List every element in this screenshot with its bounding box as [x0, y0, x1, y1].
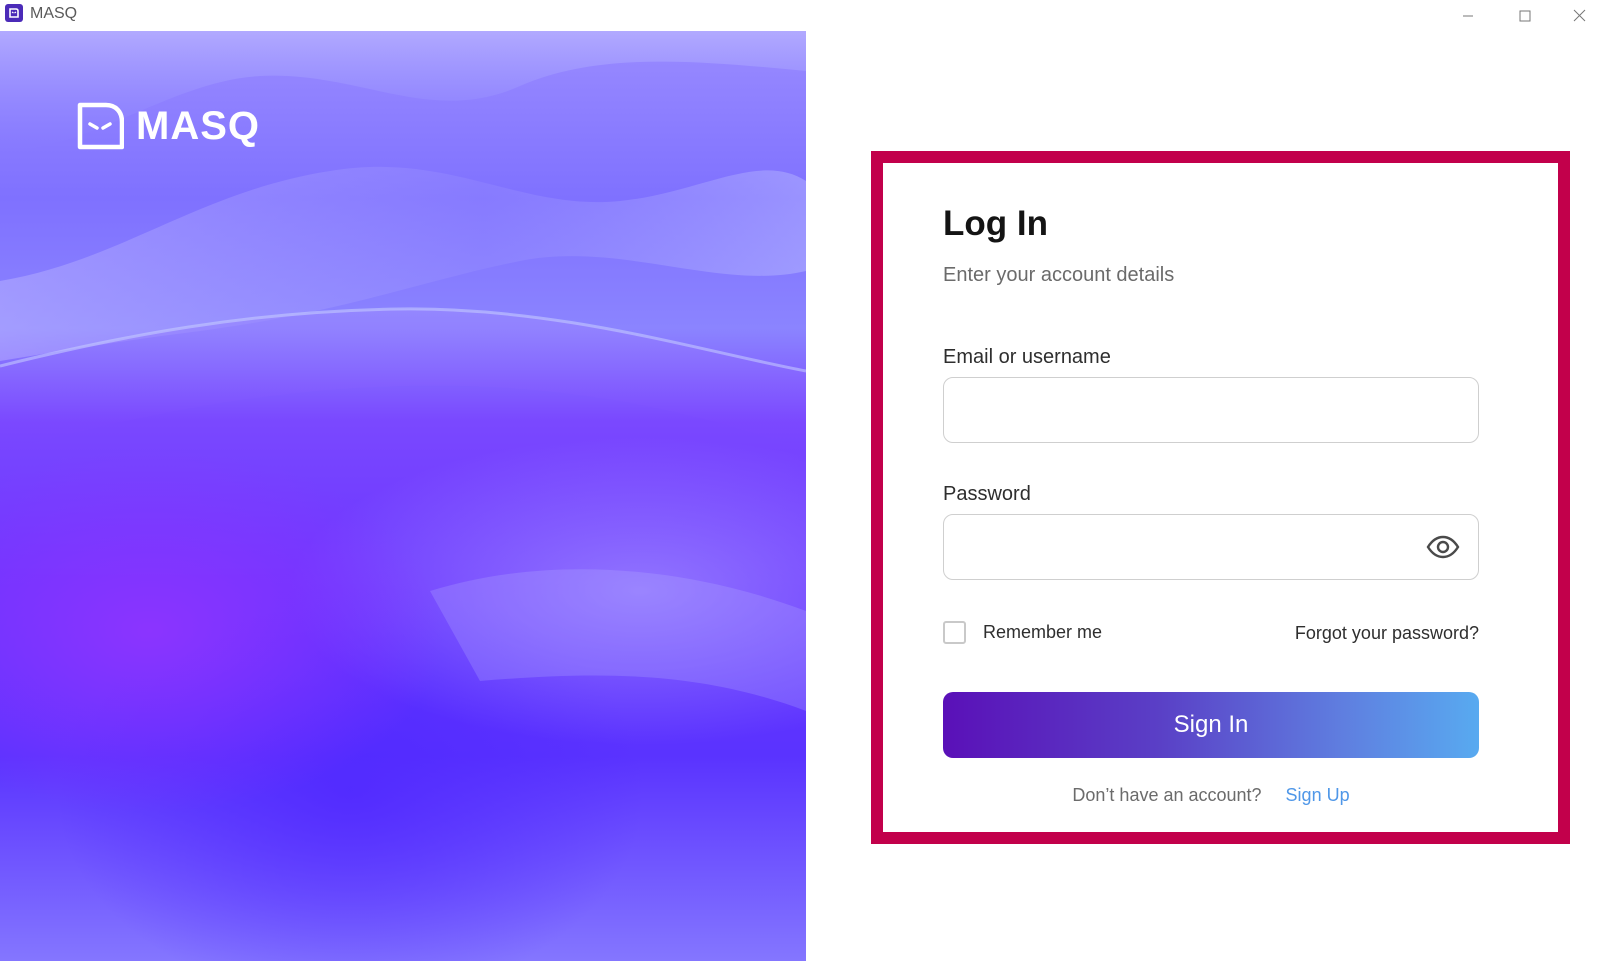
remember-me-label[interactable]: Remember me	[983, 622, 1102, 643]
brand-name: MASQ	[136, 103, 260, 148]
close-icon	[1573, 9, 1585, 22]
page-title: Log In	[943, 204, 1048, 243]
sign-in-button-label: Sign In	[1173, 711, 1249, 738]
forgot-password-link[interactable]: Forgot your password?	[1295, 623, 1479, 644]
show-password-toggle[interactable]	[1426, 535, 1460, 559]
hero-panel: MASQ	[0, 31, 806, 961]
email-field-box	[943, 377, 1479, 443]
password-field-box	[943, 514, 1479, 580]
sign-up-link[interactable]: Sign Up	[1286, 785, 1350, 806]
brand-logo: MASQ	[72, 100, 260, 152]
remember-me: Remember me	[943, 621, 1102, 644]
close-button[interactable]	[1558, 0, 1600, 31]
minimize-icon	[1463, 15, 1473, 16]
masq-ghost-icon	[77, 102, 124, 150]
password-field[interactable]	[944, 515, 1478, 579]
page-subtitle: Enter your account details	[943, 264, 1175, 286]
eye-icon	[1426, 535, 1460, 559]
remember-me-checkbox[interactable]	[943, 621, 966, 644]
signup-prompt: Don’t have an account?	[1072, 785, 1262, 805]
window-title: MASQ	[30, 5, 78, 22]
login-card: Log In Enter your account details Email …	[871, 151, 1570, 844]
password-label: Password	[943, 483, 1031, 505]
hero-background-waves	[0, 31, 806, 711]
masq-app-icon	[5, 4, 23, 22]
signup-row: Don’t have an account? Sign Up	[943, 785, 1479, 806]
maximize-button[interactable]	[1502, 0, 1548, 31]
email-field[interactable]	[944, 378, 1478, 442]
sign-in-button[interactable]: Sign In	[943, 692, 1479, 758]
maximize-icon	[1519, 10, 1531, 21]
window-titlebar: MASQ	[0, 0, 1600, 31]
email-label: Email or username	[943, 346, 1111, 368]
minimize-button[interactable]	[1445, 0, 1491, 31]
